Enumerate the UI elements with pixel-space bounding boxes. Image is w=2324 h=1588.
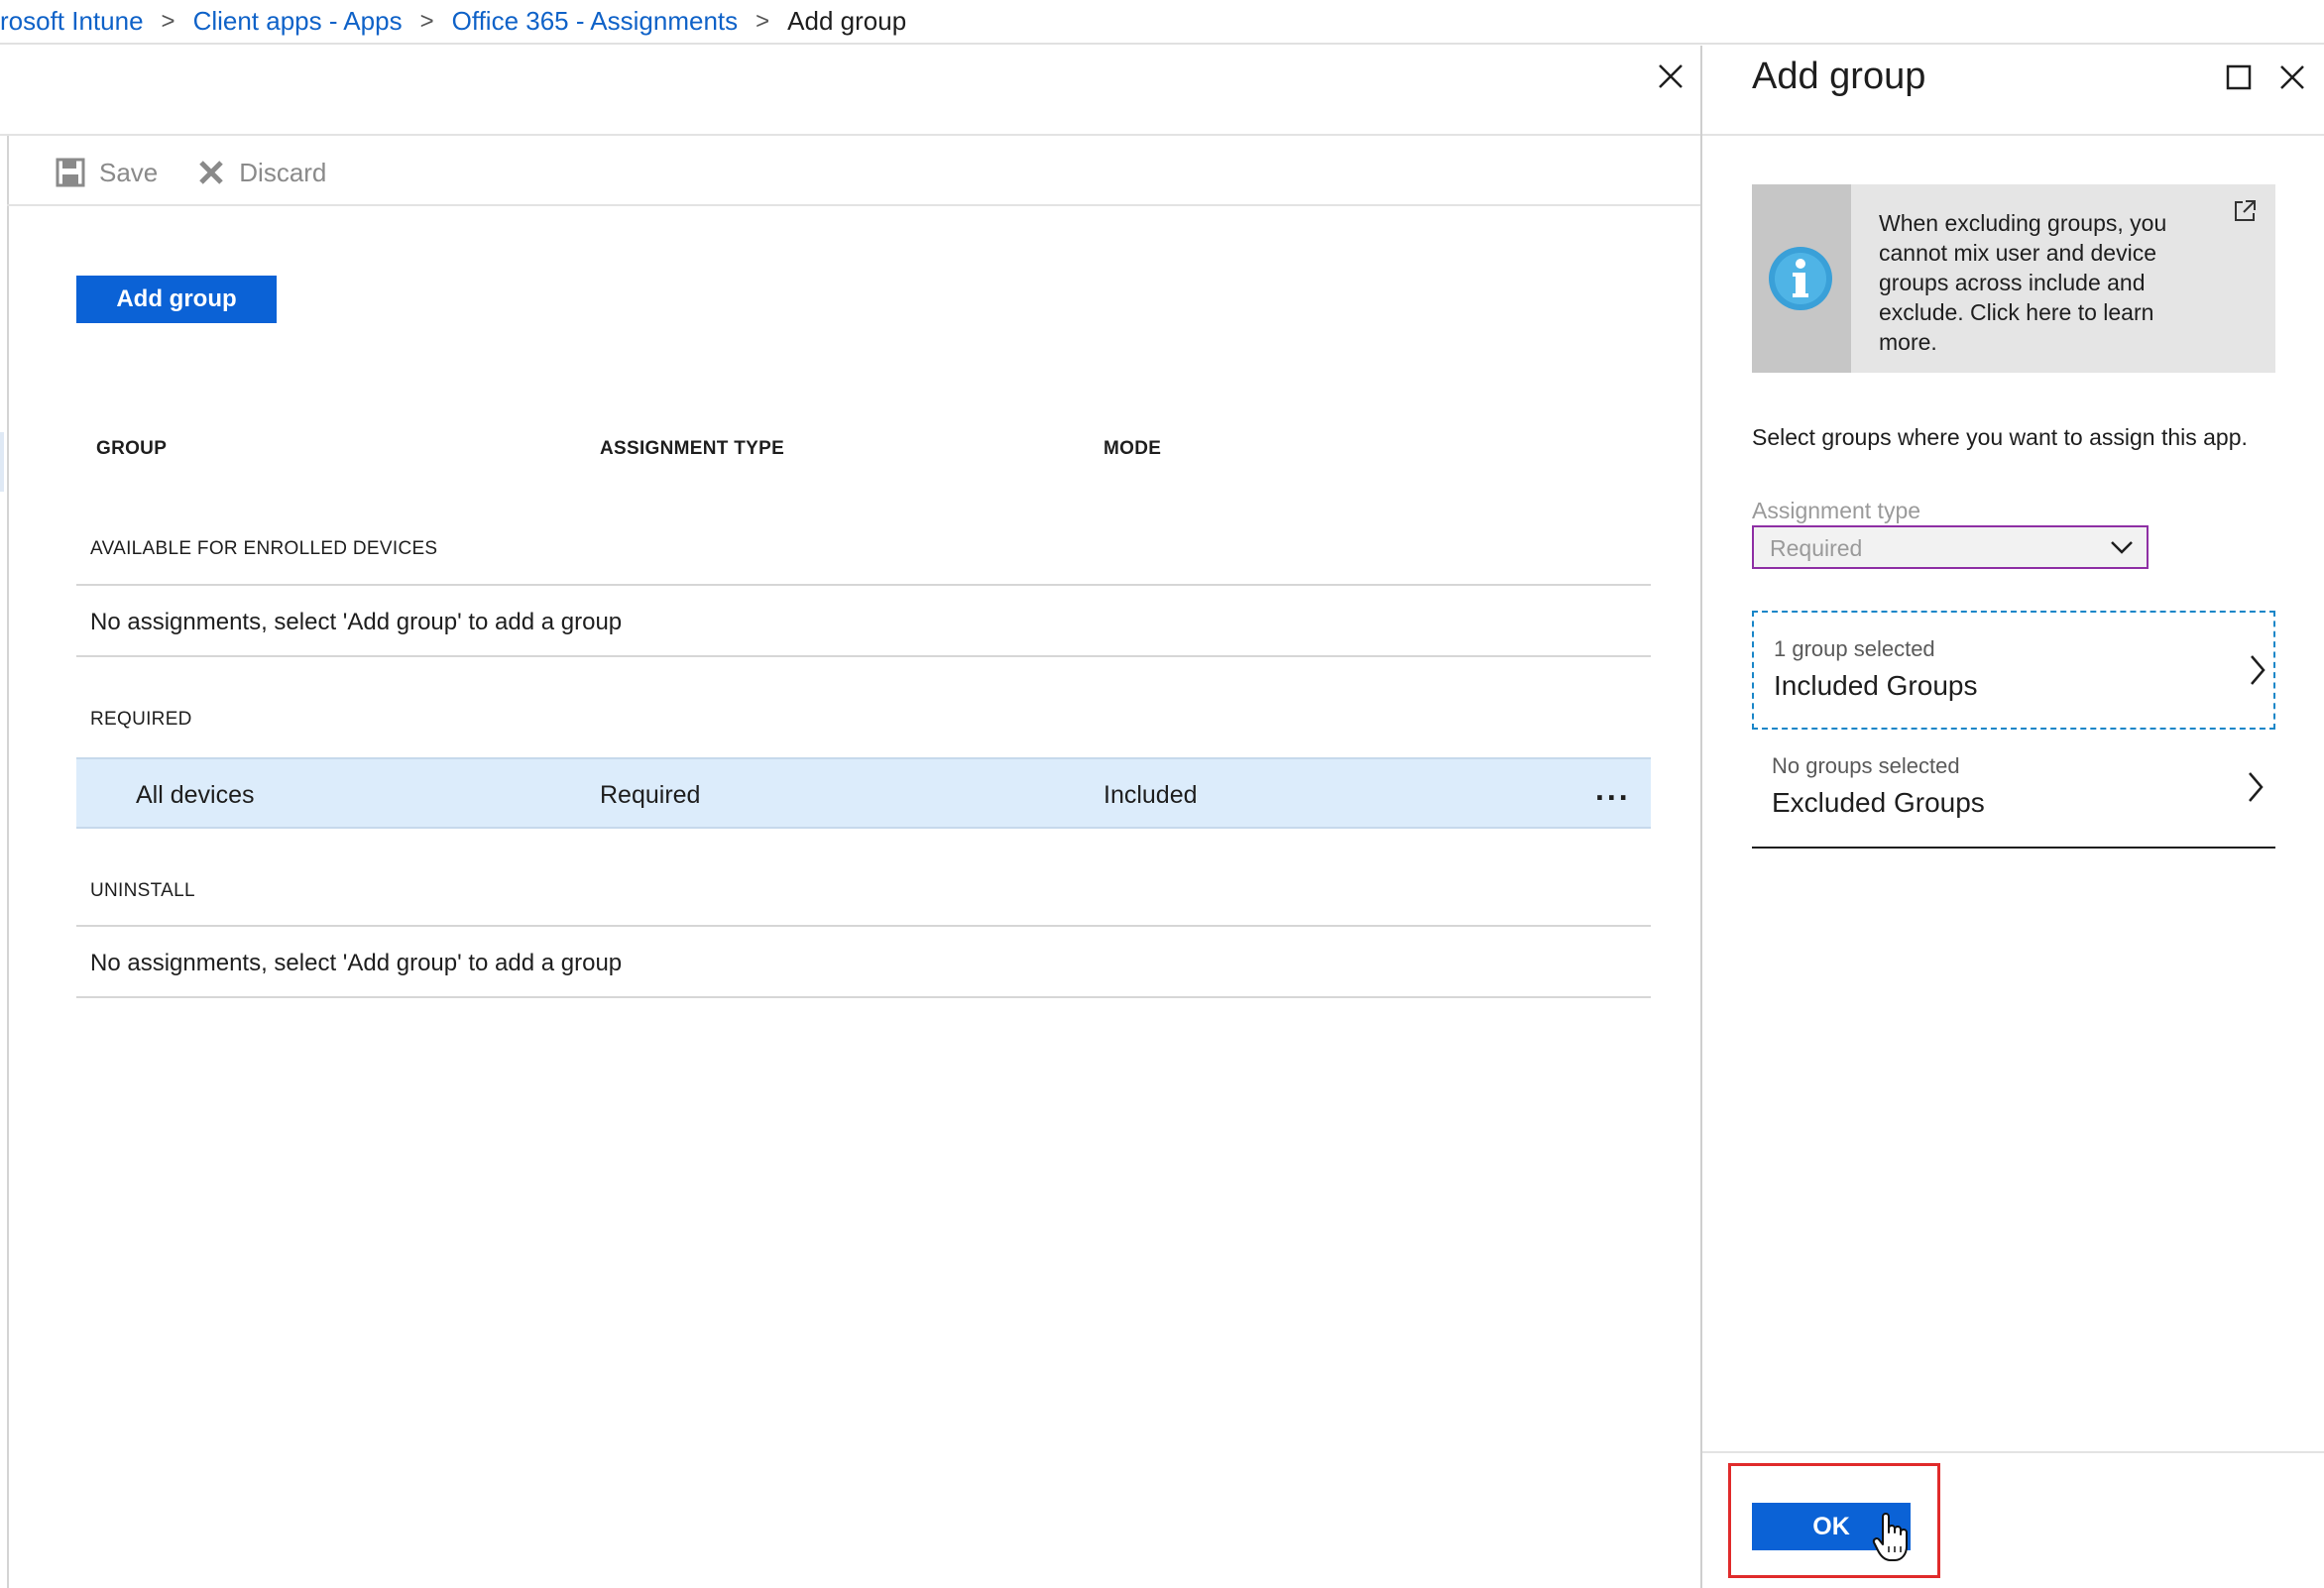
breadcrumb-link-client-apps[interactable]: Client apps - Apps — [193, 6, 403, 37]
included-groups-selector[interactable]: 1 group selected Included Groups — [1752, 611, 2275, 730]
table-row[interactable]: All devices Required Included ... — [76, 757, 1651, 829]
external-link-icon[interactable] — [2232, 198, 2258, 224]
uninstall-empty-message: No assignments, select 'Add group' to ad… — [90, 950, 623, 976]
info-banner-text: When excluding groups, you cannot mix us… — [1879, 210, 2167, 355]
section-divider — [76, 925, 1651, 927]
column-header-group: GROUP — [96, 438, 168, 459]
discard-label: Discard — [239, 157, 327, 187]
section-uninstall-label: UNINSTALL — [90, 880, 195, 901]
breadcrumb: rosoft Intune > Client apps - Apps > Off… — [0, 0, 2324, 45]
discard-button[interactable]: Discard — [197, 158, 326, 188]
breadcrumb-separator: > — [755, 7, 770, 35]
column-header-mode: MODE — [1104, 438, 1162, 459]
available-empty-message: No assignments, select 'Add group' to ad… — [90, 609, 623, 635]
breadcrumb-separator: > — [419, 7, 434, 35]
blade-left-accent — [0, 432, 4, 492]
row-assignment-type: Required — [600, 781, 701, 809]
toolbar: Save Discard — [56, 148, 326, 197]
section-divider — [76, 655, 1651, 657]
more-options-button[interactable]: ... — [1595, 771, 1631, 808]
assignment-type-label: Assignment type — [1752, 498, 1921, 523]
add-group-button[interactable]: Add group — [76, 276, 277, 323]
maximize-icon[interactable] — [2224, 62, 2254, 92]
section-divider — [76, 584, 1651, 586]
assignment-type-value: Required — [1770, 535, 1863, 561]
chevron-right-icon — [2249, 772, 2264, 802]
close-icon[interactable] — [1654, 59, 1687, 93]
assignments-blade: Save Discard Add group GROUP ASSIGNMENT … — [0, 46, 1700, 1588]
breadcrumb-link-intune[interactable]: rosoft Intune — [0, 6, 144, 37]
toolbar-divider — [7, 204, 1700, 206]
chevron-right-icon — [2251, 655, 2266, 685]
chevron-down-icon — [2111, 541, 2133, 554]
add-group-panel: Add group When excluding groups, you can… — [1702, 46, 2324, 1588]
row-group: All devices — [136, 781, 255, 809]
blade-left-edge — [7, 135, 9, 1588]
info-icon — [1769, 247, 1832, 310]
save-button[interactable]: Save — [56, 158, 158, 188]
save-icon — [56, 158, 85, 187]
info-banner[interactable]: When excluding groups, you cannot mix us… — [1752, 184, 2275, 373]
assignment-type-dropdown[interactable]: Required — [1752, 525, 2149, 569]
included-groups-title: Included Groups — [1774, 670, 1978, 701]
panel-header-divider — [1702, 134, 2324, 136]
excluded-groups-subtitle: No groups selected — [1772, 753, 1960, 778]
excluded-groups-selector[interactable]: No groups selected Excluded Groups — [1752, 730, 2275, 849]
select-groups-description: Select groups where you want to assign t… — [1752, 424, 2248, 450]
panel-footer-divider — [1702, 1451, 2324, 1453]
panel-title: Add group — [1752, 56, 1926, 97]
breadcrumb-current: Add group — [787, 6, 907, 36]
row-mode: Included — [1104, 781, 1198, 809]
save-label: Save — [99, 157, 159, 187]
excluded-groups-title: Excluded Groups — [1772, 787, 1985, 818]
discard-icon — [199, 161, 224, 184]
column-header-assignment-type: ASSIGNMENT TYPE — [600, 438, 785, 459]
section-divider — [76, 996, 1651, 998]
included-groups-subtitle: 1 group selected — [1774, 636, 1935, 661]
breadcrumb-link-assignments[interactable]: Office 365 - Assignments — [452, 6, 739, 37]
header-divider — [0, 134, 1700, 136]
hand-cursor-icon — [1872, 1513, 1908, 1561]
section-available-label: AVAILABLE FOR ENROLLED DEVICES — [90, 538, 438, 559]
close-icon[interactable] — [2277, 62, 2307, 92]
breadcrumb-separator: > — [161, 7, 175, 35]
section-required-label: REQUIRED — [90, 709, 192, 730]
